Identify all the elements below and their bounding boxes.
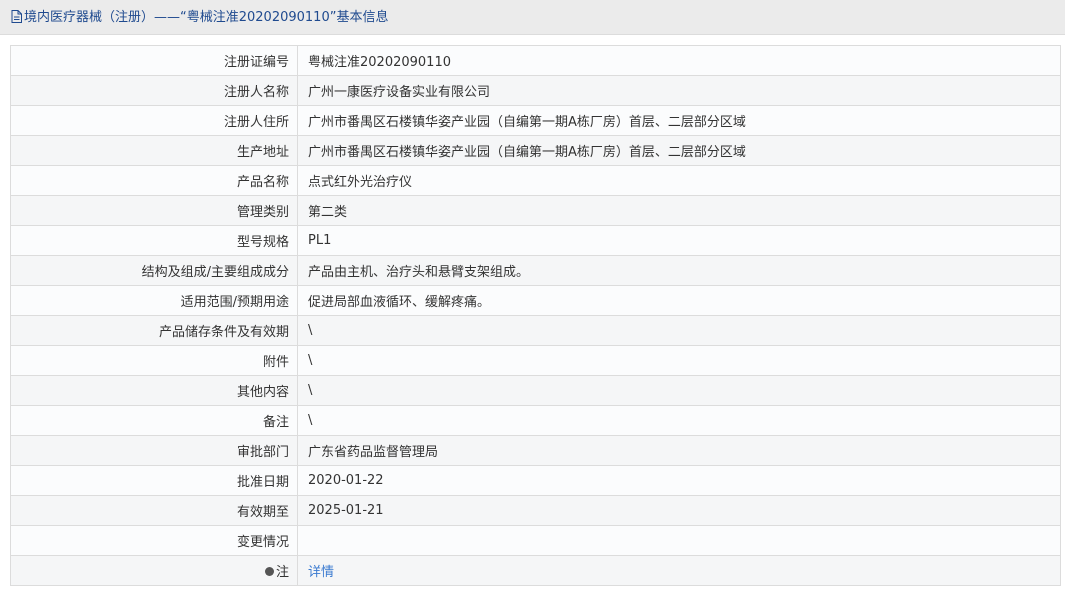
table-row: 生产地址 广州市番禺区石楼镇华姿产业园（自编第一期A栋厂房）首层、二层部分区域	[10, 135, 1061, 166]
table-row: 注册人住所 广州市番禺区石楼镇华姿产业园（自编第一期A栋厂房）首层、二层部分区域	[10, 105, 1061, 136]
note-row: 注 详情	[10, 555, 1061, 586]
table-row: 其他内容 \	[10, 375, 1061, 406]
table-row: 产品名称 点式红外光治疗仪	[10, 165, 1061, 196]
row-label: 有效期至	[10, 495, 298, 526]
table-row: 结构及组成/主要组成成分 产品由主机、治疗头和悬臂支架组成。	[10, 255, 1061, 286]
row-value: 广州市番禺区石楼镇华姿产业园（自编第一期A栋厂房）首层、二层部分区域	[297, 135, 1061, 166]
info-table: 注册证编号 粤械注准20202090110 注册人名称 广州一康医疗设备实业有限公司注…	[10, 45, 1061, 586]
row-label: 适用范围/预期用途	[10, 285, 298, 316]
row-label: 附件	[10, 345, 298, 376]
row-value: \	[297, 345, 1061, 376]
row-value: \	[297, 375, 1061, 406]
row-value: 促进局部血液循环、缓解疼痛。	[297, 285, 1061, 316]
table-row: 注册证编号 粤械注准20202090110	[10, 45, 1061, 76]
table-row: 审批部门 广东省药品监督管理局	[10, 435, 1061, 466]
table-row: 管理类别 第二类	[10, 195, 1061, 226]
note-value-cell: 详情	[297, 555, 1061, 586]
document-icon	[11, 10, 22, 23]
row-value: 2025-01-21	[297, 495, 1061, 526]
row-value: 产品由主机、治疗头和悬臂支架组成。	[297, 255, 1061, 286]
row-value: 点式红外光治疗仪	[297, 165, 1061, 196]
row-value: 2020-01-22	[297, 465, 1061, 496]
table-row: 有效期至 2025-01-21	[10, 495, 1061, 526]
row-label: 批准日期	[10, 465, 298, 496]
note-label: 注	[275, 565, 289, 580]
table-row: 注册人名称 广州一康医疗设备实业有限公司	[10, 75, 1061, 106]
row-value: 粤械注准20202090110	[297, 45, 1061, 76]
row-label: 结构及组成/主要组成成分	[10, 255, 298, 286]
table-row: 变更情况	[10, 525, 1061, 556]
row-value: 广州市番禺区石楼镇华姿产业园（自编第一期A栋厂房）首层、二层部分区域	[297, 105, 1061, 136]
detail-link[interactable]: 详情	[308, 565, 334, 580]
row-label: 产品储存条件及有效期	[10, 315, 298, 346]
page-title: 境内医疗器械（注册）——“粤械注准20202090110”基本信息	[24, 10, 389, 25]
row-label: 注册证编号	[10, 45, 298, 76]
row-label: 备注	[10, 405, 298, 436]
page-header: 境内医疗器械（注册）——“粤械注准20202090110”基本信息	[0, 0, 1065, 35]
row-label: 变更情况	[10, 525, 298, 556]
row-value	[297, 525, 1061, 556]
note-label-cell: 注	[10, 555, 298, 586]
row-value: PL1	[297, 225, 1061, 256]
row-label: 型号规格	[10, 225, 298, 256]
table-row: 备注 \	[10, 405, 1061, 436]
table-row: 批准日期 2020-01-22	[10, 465, 1061, 496]
row-label: 注册人住所	[10, 105, 298, 136]
table-row: 适用范围/预期用途 促进局部血液循环、缓解疼痛。	[10, 285, 1061, 316]
info-icon	[264, 567, 274, 576]
row-label: 审批部门	[10, 435, 298, 466]
row-label: 注册人名称	[10, 75, 298, 106]
table-row: 附件 \	[10, 345, 1061, 376]
table-row: 产品储存条件及有效期 \	[10, 315, 1061, 346]
row-value: \	[297, 405, 1061, 436]
row-label: 生产地址	[10, 135, 298, 166]
row-label: 其他内容	[10, 375, 298, 406]
row-value: 广东省药品监督管理局	[297, 435, 1061, 466]
row-value: 广州一康医疗设备实业有限公司	[297, 75, 1061, 106]
info-table-body: 注册证编号 粤械注准20202090110 注册人名称 广州一康医疗设备实业有限公司注…	[10, 45, 1061, 586]
table-row: 型号规格 PL1	[10, 225, 1061, 256]
row-value: 第二类	[297, 195, 1061, 226]
info-table-container: 注册证编号 粤械注准20202090110 注册人名称 广州一康医疗设备实业有限公司注…	[10, 45, 1061, 586]
row-label: 管理类别	[10, 195, 298, 226]
row-label: 产品名称	[10, 165, 298, 196]
row-value: \	[297, 315, 1061, 346]
